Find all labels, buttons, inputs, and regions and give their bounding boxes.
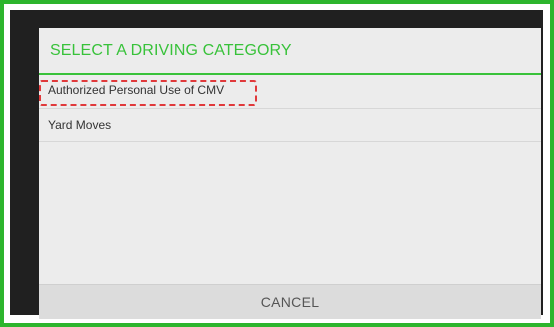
cancel-button[interactable]: CANCEL [39,284,541,319]
dialog-title: SELECT A DRIVING CATEGORY [50,42,292,59]
option-yard-moves[interactable]: Yard Moves [39,109,541,141]
highlight-annotation [39,80,257,106]
device-screen: SELECT A DRIVING CATEGORY Authorized Per… [10,10,543,319]
row-divider [39,141,541,142]
driving-category-dialog: SELECT A DRIVING CATEGORY Authorized Per… [39,28,541,319]
